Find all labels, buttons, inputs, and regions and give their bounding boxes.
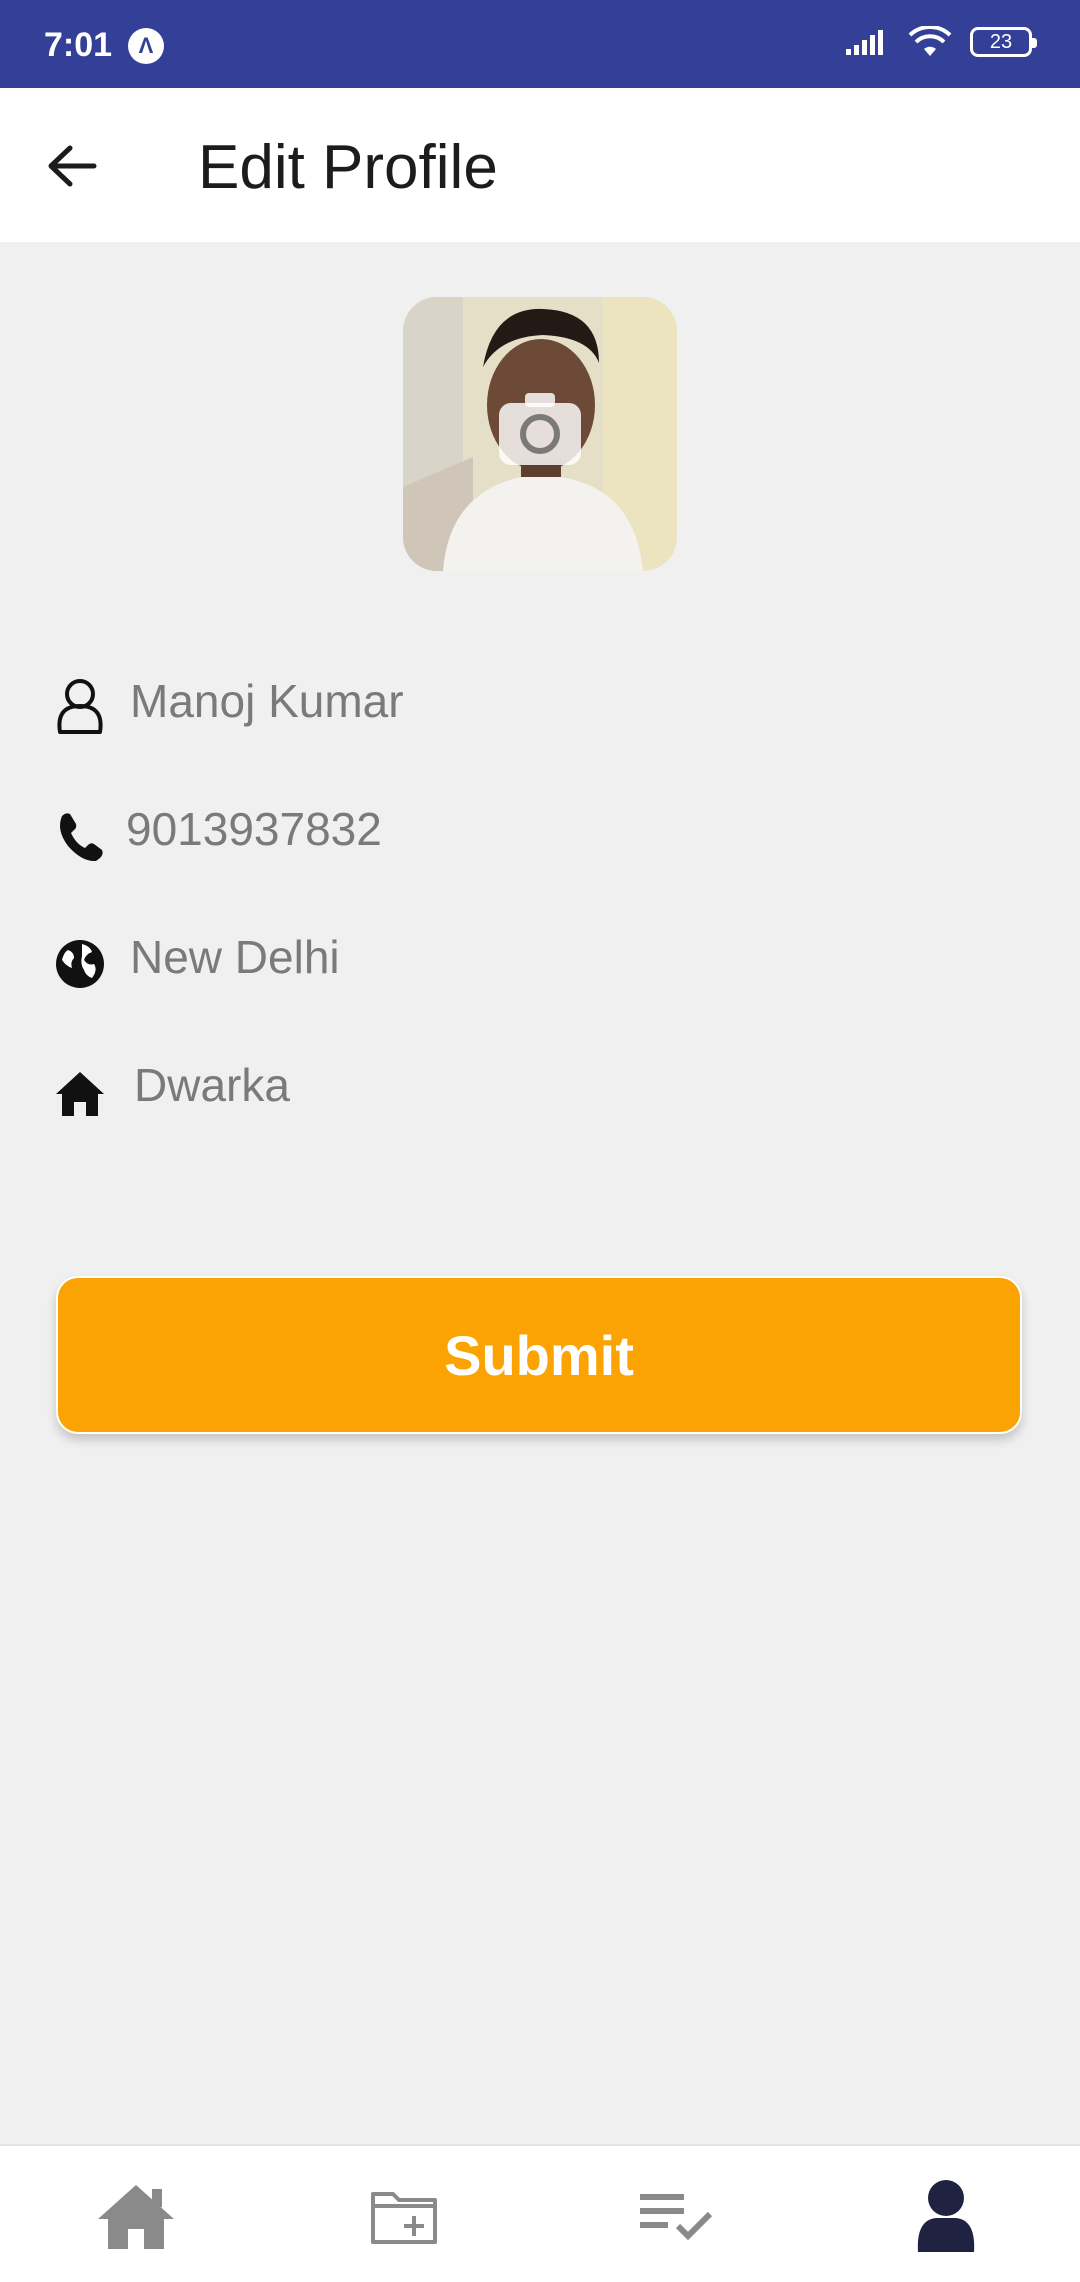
new-folder-icon	[371, 2192, 437, 2244]
city-value[interactable]: New Delhi	[130, 930, 340, 984]
home-icon	[56, 1072, 104, 1116]
arrow-left-icon	[48, 145, 97, 187]
locality-value[interactable]: Dwarka	[134, 1058, 290, 1112]
city-field[interactable]: New Delhi	[52, 922, 1032, 1002]
name-value[interactable]: Manoj Kumar	[130, 674, 404, 728]
page-title: Edit Profile	[198, 133, 498, 202]
phone-icon	[60, 813, 103, 862]
camera-icon[interactable]	[495, 389, 585, 469]
app-bar: Edit Profile	[0, 88, 1080, 242]
signal-icon	[846, 30, 883, 55]
task-list-icon	[640, 2194, 713, 2241]
bottom-nav	[0, 2144, 1080, 2282]
wifi-icon	[908, 26, 952, 56]
app-notification-icon: Λ	[128, 28, 164, 64]
battery-icon: 23	[970, 27, 1037, 57]
profile-icon	[917, 2180, 975, 2252]
back-button[interactable]	[36, 130, 108, 202]
phone-field[interactable]: 9013937832	[52, 794, 1032, 874]
submit-button[interactable]: Submit	[56, 1276, 1022, 1434]
status-time: 7:01	[44, 26, 113, 64]
home-icon	[98, 2185, 174, 2249]
profile-photo[interactable]	[403, 297, 677, 571]
nav-add-folder[interactable]	[362, 2174, 446, 2258]
phone-value[interactable]: 9013937832	[126, 802, 382, 856]
nav-tasks[interactable]	[634, 2174, 718, 2258]
status-indicators: 23	[846, 26, 1037, 58]
user-icon	[57, 679, 103, 734]
globe-icon	[56, 940, 104, 988]
locality-field[interactable]: Dwarka	[52, 1050, 1032, 1130]
status-bar: 7:01 Λ 23	[0, 0, 1080, 88]
nav-profile[interactable]	[904, 2174, 988, 2258]
name-field[interactable]: Manoj Kumar	[52, 666, 1032, 746]
nav-home[interactable]	[94, 2174, 178, 2258]
